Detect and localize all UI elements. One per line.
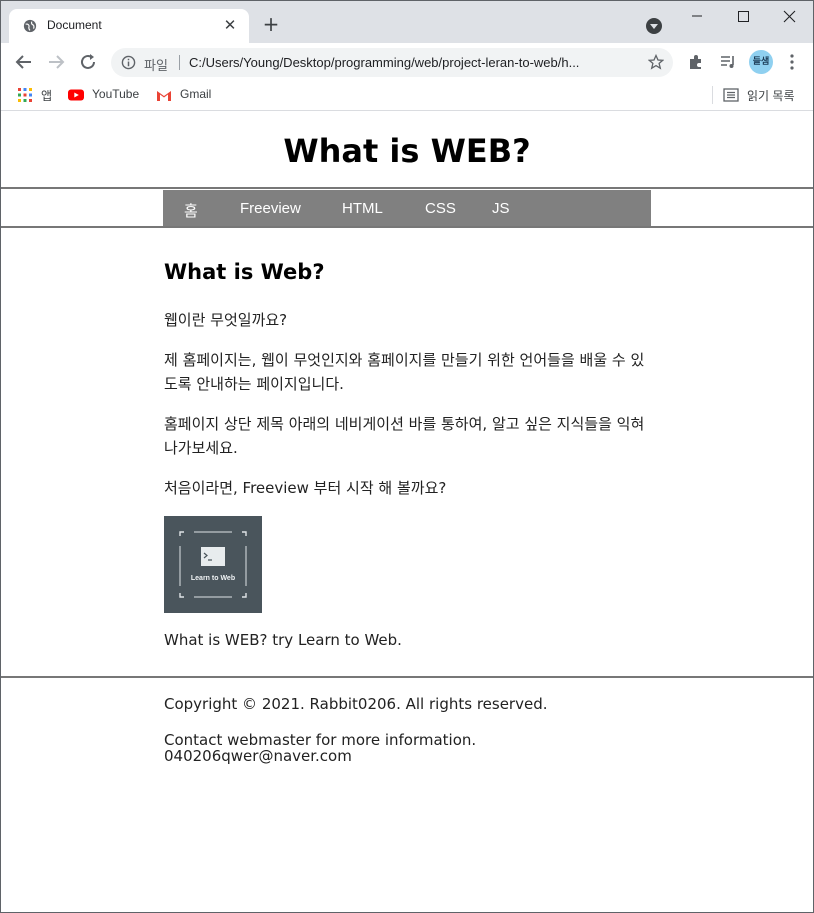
back-arrow-icon[interactable] (13, 51, 35, 73)
bookmark-star-icon[interactable] (648, 54, 664, 70)
footer-divider (1, 676, 813, 678)
main-content: What is Web? 웹이란 무엇일까요? 제 홈페이지는, 웹이 무엇인지… (164, 260, 654, 649)
nav-item-js[interactable]: JS (492, 200, 510, 217)
reading-list-icon (723, 88, 739, 102)
contact-text: Contact webmaster for more information. (164, 731, 477, 749)
bookmark-label: YouTube (92, 87, 140, 101)
bookmarks-bar: 앱 YouTube Gmail 읽기 목록 (1, 81, 813, 111)
close-window-icon[interactable] (769, 5, 809, 29)
url-text[interactable]: C:/Users/Young/Desktop/programming/web/p… (189, 55, 579, 70)
tab-search-icon[interactable] (646, 18, 662, 34)
intro-paragraph: 웹이란 무엇일까요? (164, 311, 288, 329)
tab-close-icon[interactable]: ✕ (221, 16, 239, 34)
url-scheme-label: 파일 (144, 59, 168, 74)
logo-text: Learn to Web (191, 575, 235, 582)
tab-strip: Document ✕ + (1, 1, 813, 43)
description-paragraph: 제 홈페이지는, 웹이 무엇인지와 홈페이지를 만들기 위한 언어들을 배울 수… (164, 351, 645, 393)
gmail-icon (157, 91, 171, 101)
extensions-puzzle-icon[interactable] (687, 53, 705, 71)
learn-to-web-logo[interactable]: Learn to Web (164, 516, 262, 613)
bookmark-label: 앱 (41, 89, 53, 103)
bookmark-divider (712, 86, 713, 104)
nav-item-css[interactable]: CSS (425, 200, 456, 217)
apps-grid-icon (18, 88, 32, 102)
freeview-hint-paragraph: 처음이라면, Freeview 부터 시작 해 볼까요? (164, 479, 447, 497)
tab-title: Document (47, 18, 102, 32)
browser-toolbar: 파일 C:/Users/Young/Desktop/programming/we… (1, 43, 813, 81)
reading-list-label: 읽기 목록 (747, 89, 795, 103)
logo-caption: What is WEB? try Learn to Web. (164, 631, 402, 649)
reload-icon[interactable] (77, 51, 99, 73)
footer: Copyright © 2021. Rabbit0206. All rights… (164, 696, 664, 764)
youtube-icon (68, 89, 84, 101)
url-separator (179, 55, 180, 70)
contact-email[interactable]: 040206qwer@naver.com (164, 748, 664, 764)
nav-item-freeview[interactable]: Freeview (240, 200, 301, 217)
tab-document[interactable]: Document ✕ (9, 9, 249, 43)
maximize-icon[interactable] (723, 5, 763, 29)
forward-arrow-icon[interactable] (45, 51, 67, 73)
learn-to-web-logo-graphic: Learn to Web (179, 531, 247, 598)
profile-avatar[interactable]: 들샘 (749, 50, 773, 74)
minimize-icon[interactable] (677, 5, 717, 29)
globe-icon (23, 19, 37, 33)
header-divider (1, 187, 813, 189)
browser-window: Document ✕ + 파일 C:/Users/Young/Desktop/p… (0, 0, 814, 913)
more-menu-icon[interactable] (785, 53, 799, 71)
nav-divider (1, 226, 813, 228)
web-page: What is WEB? 홈 Freeview HTML CSS JS What… (1, 112, 813, 912)
site-title: What is WEB? (283, 132, 531, 170)
info-icon[interactable] (121, 55, 136, 70)
address-bar[interactable]: 파일 C:/Users/Young/Desktop/programming/we… (111, 48, 673, 77)
bookmark-label: Gmail (180, 87, 212, 101)
content-heading: What is Web? (164, 260, 325, 284)
media-queue-icon[interactable] (719, 53, 737, 71)
new-tab-button[interactable]: + (261, 14, 281, 35)
navigation-hint-paragraph: 홈페이지 상단 제목 아래의 네비게이션 바를 통하여, 알고 싶은 지식들을 … (164, 415, 645, 457)
nav-item-home[interactable]: 홈 (184, 200, 198, 221)
nav-item-html[interactable]: HTML (342, 200, 383, 217)
copyright-text: Copyright © 2021. Rabbit0206. All rights… (164, 695, 548, 713)
nav-bar: 홈 Freeview HTML CSS JS (163, 190, 651, 227)
